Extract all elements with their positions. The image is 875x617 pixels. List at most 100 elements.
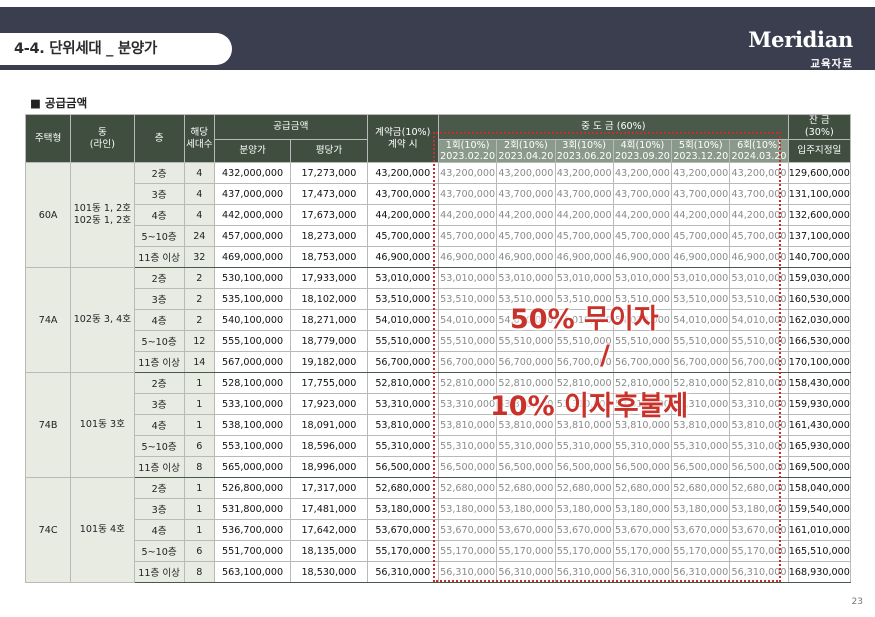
- middle-payment-cell: 53,180,000: [729, 498, 789, 520]
- middle-payment-cell: 53,670,000: [496, 519, 556, 541]
- page-title: 4-4. 단위세대 _ 분양가: [0, 33, 232, 65]
- per-pyeong-cell: 17,642,000: [290, 519, 368, 541]
- balance-cell: 137,100,000: [787, 225, 852, 247]
- floor-cell: 5~10층: [133, 435, 185, 457]
- middle-payment-cell: 55,310,000: [612, 435, 673, 457]
- middle-payment-cell: 55,170,000: [496, 540, 556, 562]
- per-pyeong-cell: 18,530,000: [290, 561, 368, 583]
- middle-payment-cell: 53,670,000: [612, 519, 673, 541]
- balance-cell: 158,040,000: [787, 477, 852, 499]
- contract-cell: 56,700,000: [366, 351, 439, 373]
- balance-cell: 158,430,000: [787, 372, 852, 394]
- installment-label: 5회(10%): [678, 140, 723, 152]
- middle-payment-cell: 46,900,000: [437, 246, 498, 268]
- table-row: 74C 101동 4호 2층 1 526,800,000 17,317,000 52,680…: [24, 477, 852, 583]
- middle-payment-cell: 46,900,000: [496, 246, 556, 268]
- middle-payment-cell: 43,200,000: [671, 162, 731, 184]
- installment-label: 3회(10%): [562, 140, 607, 152]
- sale-price-cell: 531,800,000: [213, 498, 292, 520]
- installment-label: 1회(10%): [445, 140, 490, 152]
- middle-payment-cell: 55,170,000: [612, 540, 673, 562]
- overlay-deferred-interest: 10% 이자후불제: [490, 391, 689, 422]
- sale-price-cell: 469,000,000: [213, 246, 292, 268]
- middle-payment-cell: 55,510,000: [671, 330, 731, 352]
- middle-payment-cell: 43,700,000: [671, 183, 731, 205]
- balance-cell: 165,930,000: [787, 435, 852, 457]
- middle-payment-cell: 43,200,000: [437, 162, 498, 184]
- table-row: 5~10층 12 555,100,000 18,779,000 55,510,000 55…: [26, 330, 852, 352]
- balance-cell: 170,100,000: [787, 351, 852, 373]
- middle-payment-cell: 43,200,000: [612, 162, 673, 184]
- units-cell: 1: [183, 372, 215, 394]
- per-pyeong-cell: 18,271,000: [290, 309, 368, 331]
- sale-price-cell: 551,700,000: [213, 540, 292, 562]
- table-row: 11층 이상 8 563,100,000 18,530,000 56,310,000 56…: [26, 561, 852, 583]
- units-cell: 4: [183, 183, 215, 205]
- sale-price-cell: 553,100,000: [213, 435, 292, 457]
- middle-payment-cell: 53,510,000: [437, 288, 498, 310]
- sale-price-cell: 533,100,000: [213, 393, 292, 415]
- sale-price-cell: 538,100,000: [213, 414, 292, 436]
- contract-cell: 54,010,000: [366, 309, 439, 331]
- floor-cell: 11층 이상: [133, 456, 185, 478]
- middle-payment-cell: 55,170,000: [729, 540, 789, 562]
- middle-payment-cell: 56,310,000: [437, 561, 498, 583]
- middle-payment-cell: 56,700,000: [437, 351, 498, 373]
- floor-cell: 2층: [133, 372, 185, 394]
- header-installment: 1회(10%) 2023.02.20: [437, 139, 498, 163]
- balance-cell: 129,600,000: [787, 162, 852, 184]
- per-pyeong-cell: 17,481,000: [290, 498, 368, 520]
- sale-price-cell: 530,100,000: [213, 267, 292, 289]
- units-cell: 2: [183, 267, 215, 289]
- type-cell: 74B: [24, 372, 72, 478]
- contract-cell: 55,170,000: [366, 540, 439, 562]
- floor-cell: 4층: [133, 309, 185, 331]
- middle-payment-cell: 56,500,000: [437, 456, 498, 478]
- contract-cell: 45,700,000: [366, 225, 439, 247]
- middle-payment-cell: 55,310,000: [554, 435, 614, 457]
- header-middle: 중 도 금 (60%): [437, 114, 789, 140]
- sale-price-cell: 432,000,000: [213, 162, 292, 184]
- middle-payment-cell: 55,170,000: [554, 540, 614, 562]
- middle-payment-cell: 43,700,000: [729, 183, 789, 205]
- brand: Meridian 교육자료: [748, 27, 853, 71]
- price-table: 주택형 동 (라인) 층 해당 세대수 공급금액 계약금(10%) 계약 시 중…: [24, 114, 852, 583]
- per-pyeong-cell: 18,779,000: [290, 330, 368, 352]
- middle-payment-cell: 43,200,000: [554, 162, 614, 184]
- middle-payment-cell: 54,010,000: [671, 309, 731, 331]
- header-per-pyeong: 평당가: [290, 139, 368, 163]
- per-pyeong-cell: 18,273,000: [290, 225, 368, 247]
- contract-cell: 53,810,000: [366, 414, 439, 436]
- middle-payment-cell: 56,310,000: [729, 561, 789, 583]
- page-number: 23: [851, 597, 863, 607]
- type-cell: 74C: [24, 477, 72, 583]
- header-move-in: 입주지정일: [787, 139, 852, 163]
- table-row: 11층 이상 14 567,000,000 19,182,000 56,700,000 5…: [26, 351, 852, 373]
- floor-cell: 4층: [133, 519, 185, 541]
- header-units: 해당 세대수: [183, 114, 215, 163]
- middle-payment-cell: 43,200,000: [729, 162, 789, 184]
- table-row: 60A 101동 1, 2호 102동 1, 2호 2층 4 432,000,000 17…: [24, 162, 852, 268]
- table-row: 4층 1 538,100,000 18,091,000 53,810,000 53,810…: [26, 414, 852, 436]
- table-row: 3층 2 535,100,000 18,102,000 53,510,000 53,510…: [26, 288, 852, 310]
- installment-date: 2023.06.20: [556, 151, 612, 162]
- units-cell: 4: [183, 204, 215, 226]
- middle-payment-cell: 52,810,000: [729, 372, 789, 394]
- middle-payment-cell: 45,700,000: [437, 225, 498, 247]
- installment-date: 2024.03.20: [731, 151, 787, 162]
- per-pyeong-cell: 18,091,000: [290, 414, 368, 436]
- installment-label: 2회(10%): [504, 140, 548, 152]
- middle-payment-cell: 44,200,000: [496, 204, 556, 226]
- per-pyeong-cell: 18,996,000: [290, 456, 368, 478]
- middle-payment-cell: 52,680,000: [437, 477, 498, 499]
- middle-payment-cell: 52,680,000: [612, 477, 673, 499]
- middle-payment-cell: 53,670,000: [437, 519, 498, 541]
- balance-cell: 168,930,000: [787, 561, 852, 583]
- table-row: 11층 이상 32 469,000,000 18,753,000 46,900,000 4…: [26, 246, 852, 268]
- middle-payment-cell: 56,310,000: [612, 561, 673, 583]
- table-row: 4층 2 540,100,000 18,271,000 54,010,000 54,010…: [26, 309, 852, 331]
- contract-cell: 53,510,000: [366, 288, 439, 310]
- middle-payment-cell: 55,170,000: [437, 540, 498, 562]
- middle-payment-cell: 56,310,000: [554, 561, 614, 583]
- middle-payment-cell: 56,700,000: [671, 351, 731, 373]
